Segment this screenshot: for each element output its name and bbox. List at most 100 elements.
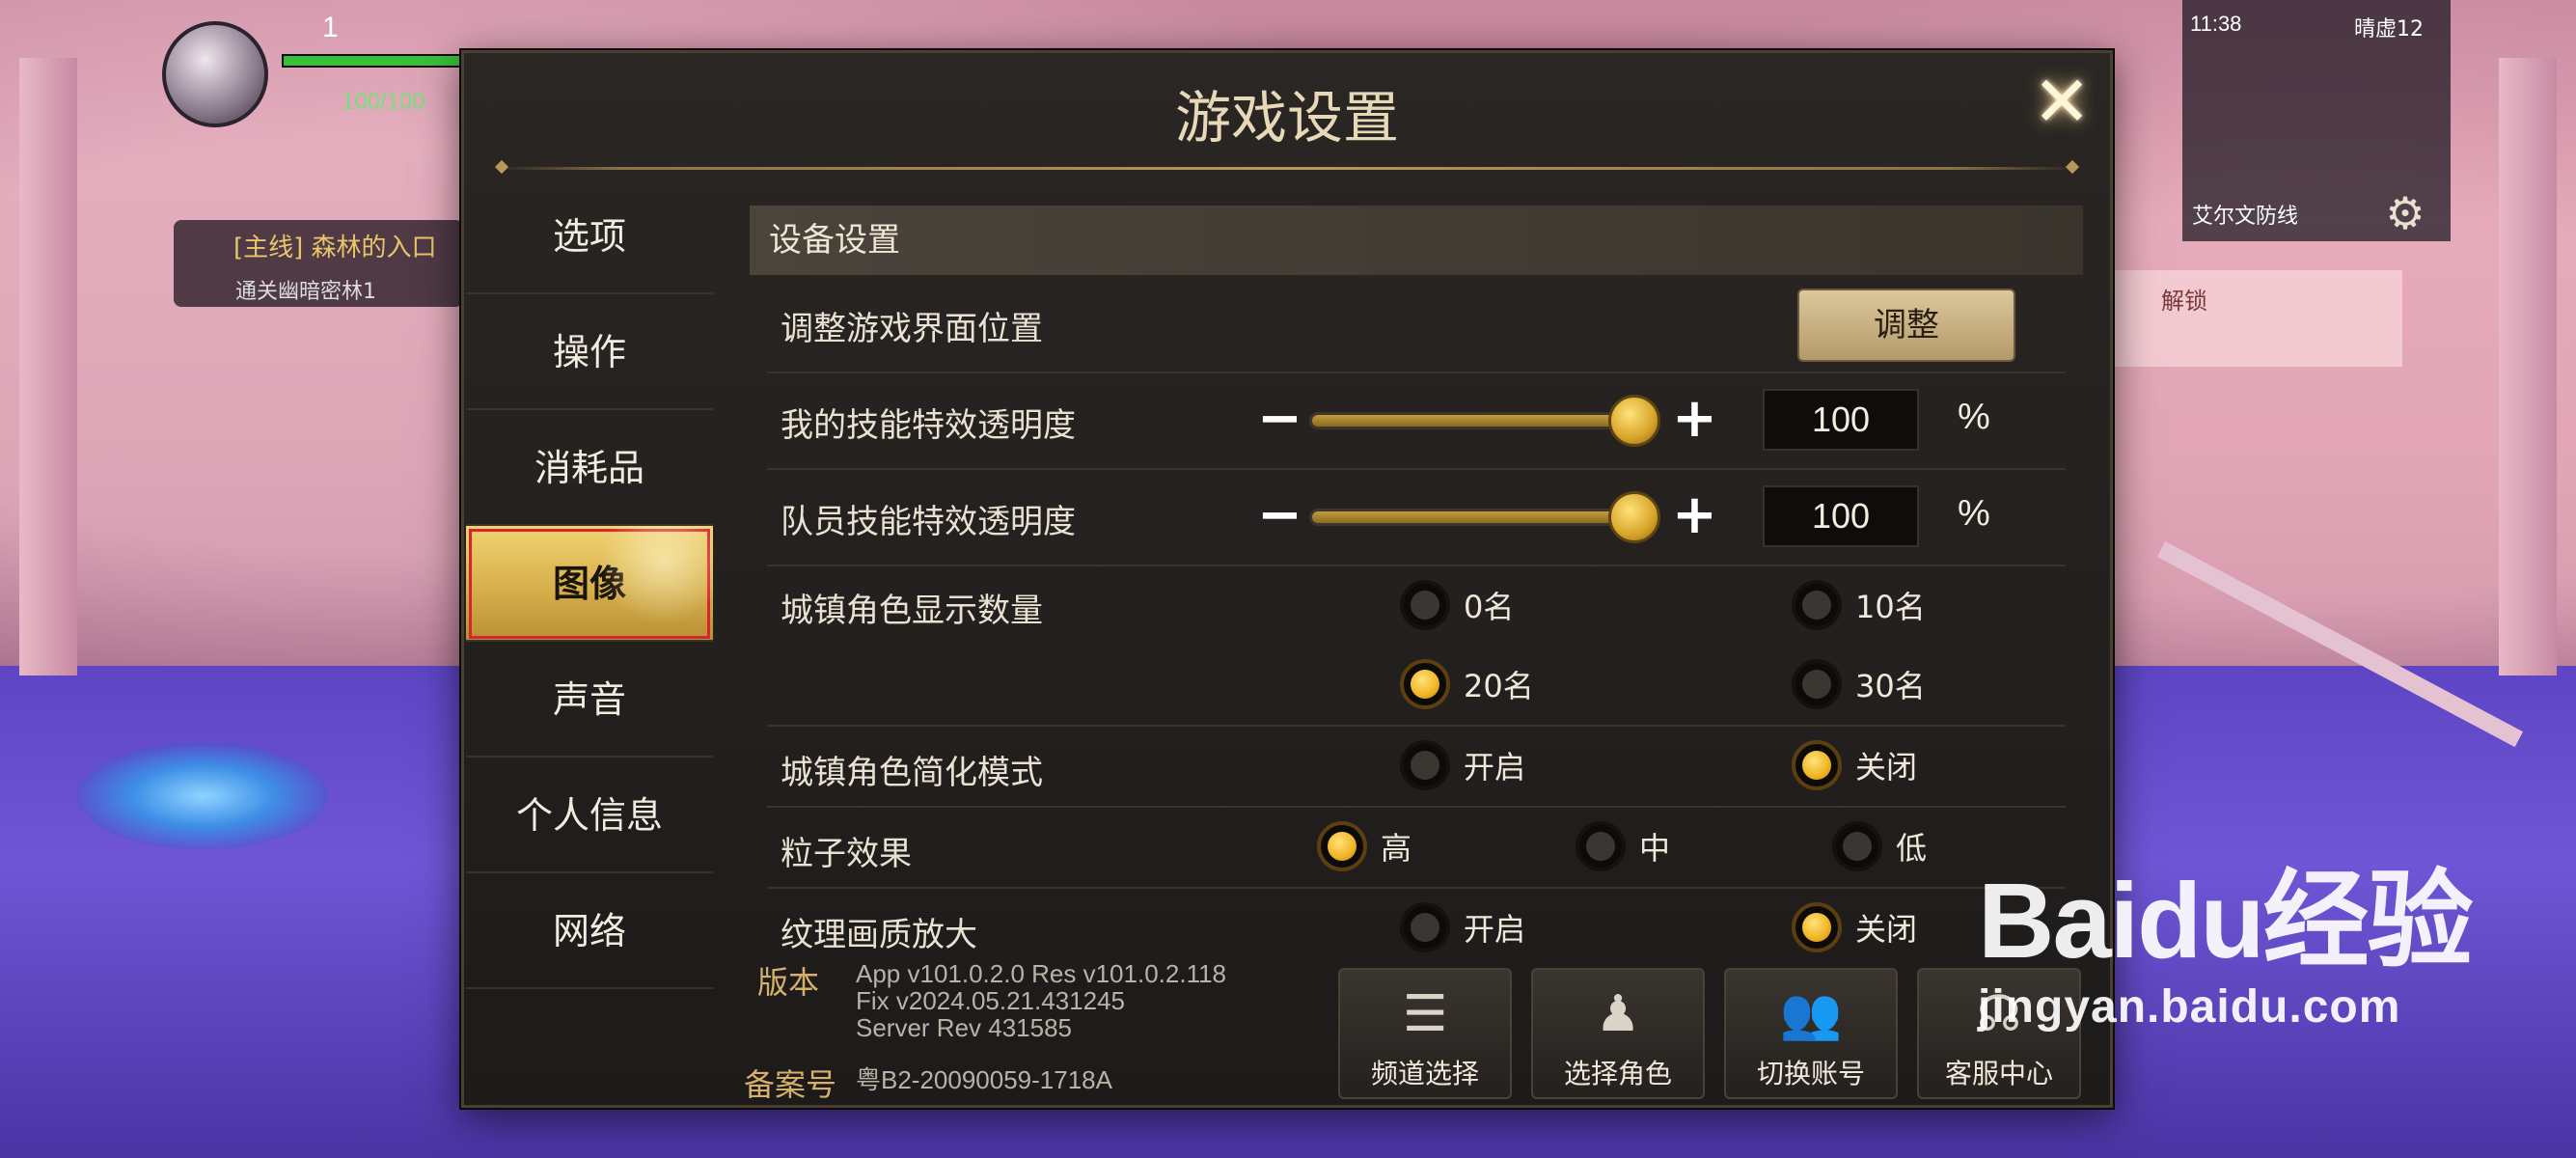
- title-divider: [497, 167, 2077, 170]
- slider-fill: [1312, 511, 1634, 523]
- percent-label: %: [1958, 397, 1990, 437]
- version-line: App v101.0.2.0 Res v101.0.2.118: [856, 959, 1227, 988]
- hp-text: 100/100: [342, 89, 425, 115]
- settings-modal: 游戏设置 ✕ 选项 操作 消耗品 图像 声音 个人信息 网络 设备设置 调整游戏…: [461, 50, 2113, 1108]
- particle-label: 粒子效果: [781, 835, 912, 873]
- radio-particle-high[interactable]: 高: [1317, 821, 1411, 871]
- player-avatar[interactable]: [162, 21, 268, 127]
- radio-dot: [1832, 821, 1882, 871]
- radio-town-count-20[interactable]: 20名: [1400, 659, 1534, 709]
- radio-particle-low[interactable]: 低: [1832, 821, 1927, 871]
- slider-knob[interactable]: [1608, 491, 1660, 543]
- sidebar-item-controls[interactable]: 操作: [466, 294, 713, 410]
- radio-label: 关闭: [1855, 911, 1918, 948]
- button-label: 频道选择: [1370, 1058, 1479, 1089]
- watermark-logo: Baidu经验: [1978, 862, 2474, 980]
- gear-icon[interactable]: ⚙: [2379, 187, 2431, 239]
- plus-icon[interactable]: +: [1672, 387, 1717, 450]
- slider-fill: [1312, 415, 1634, 427]
- character-pin-icon: ♟: [1595, 985, 1641, 1043]
- radio-label: 关闭: [1855, 749, 1918, 786]
- select-character-button[interactable]: ♟ 选择角色: [1531, 968, 1705, 1099]
- watermark-url: jingyan.baidu.com: [1978, 981, 2401, 1033]
- player-name: 晴虚12: [2354, 17, 2424, 41]
- radio-dot: [1792, 902, 1842, 952]
- quest-title: [主线] 森林的入口: [233, 234, 437, 262]
- radio-town-count-0[interactable]: 0名: [1400, 580, 1514, 630]
- radio-dot: [1400, 659, 1450, 709]
- player-level: 1: [322, 12, 339, 43]
- radio-dot: [1317, 821, 1367, 871]
- section-header-device: 设备设置: [750, 206, 2083, 275]
- radio-dot: [1400, 902, 1450, 952]
- setting-row-my-skill-opacity: 我的技能特效透明度 − + 100 %: [767, 373, 2066, 470]
- percent-label: %: [1958, 493, 1990, 534]
- radio-particle-mid[interactable]: 中: [1576, 821, 1670, 871]
- users-icon: 👥: [1779, 985, 1843, 1043]
- radio-town-count-30[interactable]: 30名: [1792, 659, 1926, 709]
- radio-label: 低: [1896, 830, 1928, 867]
- hp-bar: [282, 54, 465, 68]
- radio-dot: [1792, 580, 1842, 630]
- setting-row-town-char-count: 城镇角色显示数量 0名 10名 20名 30名: [767, 566, 2066, 727]
- adjust-button[interactable]: 调整: [1797, 289, 2015, 362]
- texture-upscale-label: 纹理画质放大: [781, 916, 977, 954]
- zone-name: 艾尔文防线: [2192, 205, 2299, 229]
- setting-row-texture-upscale: 纹理画质放大 开启 关闭: [767, 889, 2066, 954]
- my-skill-opacity-slider[interactable]: [1309, 395, 1660, 447]
- minus-icon[interactable]: −: [1257, 387, 1302, 450]
- unlock-panel[interactable]: [2113, 270, 2402, 367]
- sidebar-item-profile[interactable]: 个人信息: [466, 758, 713, 873]
- sidebar-item-network[interactable]: 网络: [466, 873, 713, 989]
- sidebar-item-graphics[interactable]: 图像: [466, 526, 713, 642]
- switch-account-button[interactable]: 👥 切换账号: [1724, 968, 1898, 1099]
- radio-label: 开启: [1464, 749, 1526, 786]
- radio-label: 30名: [1855, 668, 1926, 704]
- settings-content[interactable]: 设备设置 调整游戏界面位置 调整 我的技能特效透明度 − + 100 % 队员技…: [750, 206, 2083, 954]
- setting-row-adjust-ui: 调整游戏界面位置 调整: [767, 275, 2066, 373]
- unlock-text: 解锁: [2161, 288, 2207, 315]
- modal-title: 游戏设置: [1174, 85, 1399, 151]
- teleport-portal[interactable]: [77, 743, 328, 849]
- radio-label: 0名: [1464, 589, 1515, 625]
- sidebar-item-consumables[interactable]: 消耗品: [466, 410, 713, 526]
- version-label: 版本: [757, 964, 820, 1001]
- radio-label: 高: [1381, 830, 1412, 867]
- radio-dot: [1792, 740, 1842, 790]
- sidebar-item-options[interactable]: 选项: [466, 179, 713, 294]
- record-value: 粤B2-20090059-1718A: [856, 1065, 1112, 1094]
- radio-label: 开启: [1464, 911, 1526, 948]
- record-label: 备案号: [744, 1066, 837, 1103]
- radio-texture-on[interactable]: 开启: [1400, 902, 1525, 952]
- setting-row-particle: 粒子效果 高 中 低: [767, 808, 2066, 889]
- setting-row-team-skill-opacity: 队员技能特效透明度 − + 100 %: [767, 470, 2066, 566]
- my-skill-opacity-label: 我的技能特效透明度: [781, 406, 1076, 445]
- version-info: App v101.0.2.0 Res v101.0.2.118 Fix v202…: [856, 960, 1226, 1041]
- slider-knob[interactable]: [1608, 395, 1660, 447]
- settings-sidebar: 选项 操作 消耗品 图像 声音 个人信息 网络: [466, 179, 713, 989]
- version-line: Fix v2024.05.21.431245: [856, 986, 1125, 1015]
- town-char-count-label: 城镇角色显示数量: [781, 592, 1043, 630]
- team-skill-opacity-slider[interactable]: [1309, 491, 1660, 543]
- radio-dot: [1792, 659, 1842, 709]
- radio-label: 20名: [1464, 668, 1534, 704]
- background-pillar: [19, 58, 77, 676]
- radio-simple-on[interactable]: 开启: [1400, 740, 1525, 790]
- minus-icon[interactable]: −: [1257, 483, 1302, 546]
- my-skill-opacity-value[interactable]: 100: [1763, 389, 1919, 451]
- clock-time: 11:38: [2190, 12, 2242, 36]
- team-skill-opacity-value[interactable]: 100: [1763, 485, 1919, 547]
- close-icon[interactable]: ✕: [2014, 53, 2110, 150]
- team-skill-opacity-label: 队员技能特效透明度: [781, 503, 1076, 541]
- channel-select-button[interactable]: ☰ 频道选择: [1338, 968, 1512, 1099]
- button-label: 客服中心: [1944, 1058, 2053, 1089]
- sidebar-item-sound[interactable]: 声音: [466, 642, 713, 758]
- radio-simple-off[interactable]: 关闭: [1792, 740, 1917, 790]
- button-label: 选择角色: [1563, 1058, 1672, 1089]
- background-pillar: [2499, 58, 2557, 676]
- radio-texture-off[interactable]: 关闭: [1792, 902, 1917, 952]
- radio-town-count-10[interactable]: 10名: [1792, 580, 1926, 630]
- plus-icon[interactable]: +: [1672, 483, 1717, 546]
- version-line: Server Rev 431585: [856, 1013, 1073, 1042]
- setting-row-town-simple-mode: 城镇角色简化模式 开启 关闭: [767, 727, 2066, 808]
